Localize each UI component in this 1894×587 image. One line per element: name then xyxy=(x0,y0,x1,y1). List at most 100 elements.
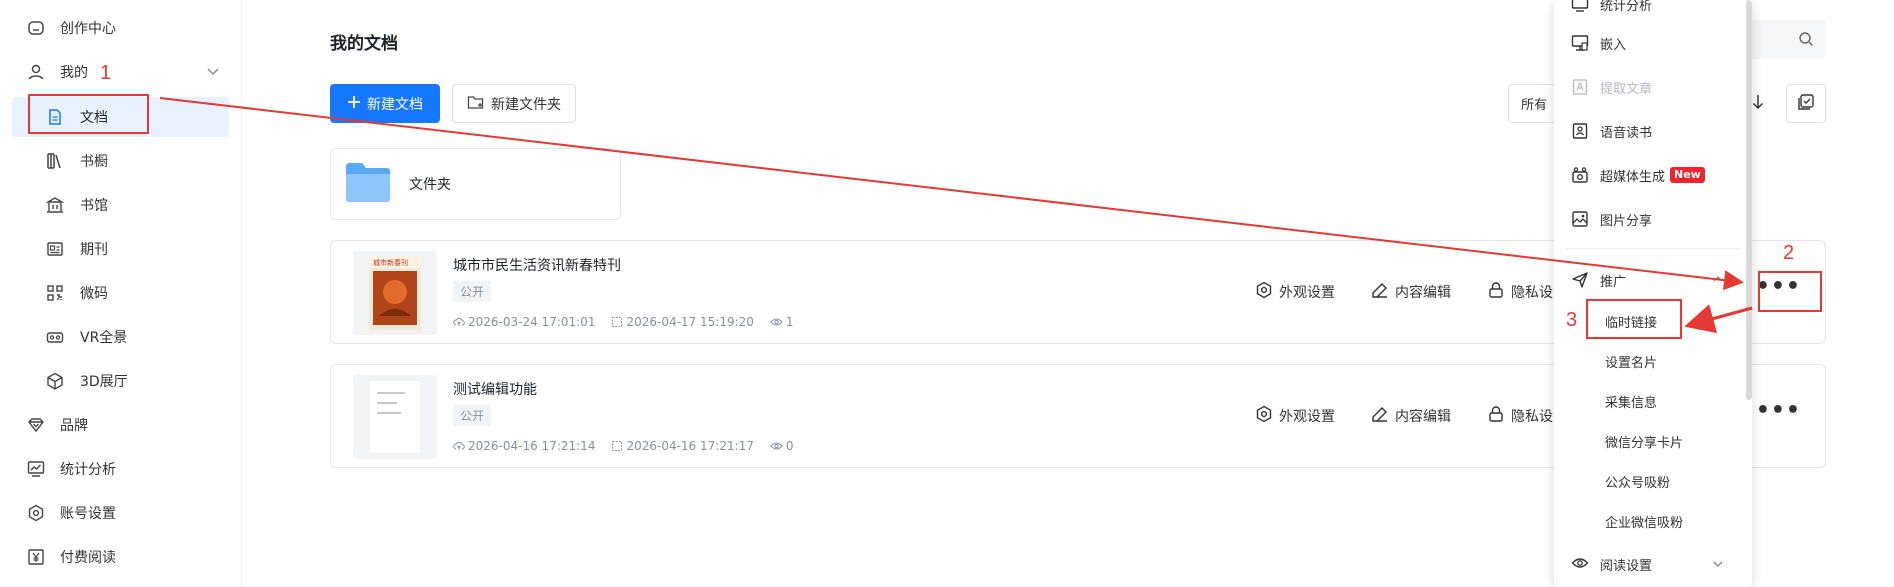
promote-icon xyxy=(1570,270,1590,290)
new-document-button[interactable]: 新建文档 xyxy=(330,84,440,123)
appearance-settings-button[interactable]: 外观设置 xyxy=(1255,405,1335,427)
sidebar-item-label: 微码 xyxy=(80,286,108,302)
more-options-menu: 统计分析 嵌入 提取文章 语音读书 超媒体生成 New 图片分享 推广 临时链接… xyxy=(1554,0,1752,587)
sidebar-item-label: 我的 xyxy=(60,65,88,81)
bookshelf-icon xyxy=(45,151,65,171)
new-folder-label: 新建文件夹 xyxy=(491,96,561,113)
edit-time-icon xyxy=(612,441,623,451)
annotation-number: 1 xyxy=(100,62,112,84)
sidebar-item-label: 付费阅读 xyxy=(60,550,116,566)
media-icon xyxy=(1570,165,1590,185)
menu-item-wechat-card[interactable]: 微信分享卡片 xyxy=(1554,423,1744,459)
chart-icon xyxy=(26,459,46,479)
audio-book-icon xyxy=(1570,121,1590,141)
visibility-tag: 公开 xyxy=(453,281,492,302)
menu-item-official-account[interactable]: 公众号吸粉 xyxy=(1554,463,1744,499)
view-count: 1 xyxy=(770,315,794,329)
menu-item-collect-info[interactable]: 采集信息 xyxy=(1554,383,1744,419)
menu-item-wecom[interactable]: 企业微信吸粉 xyxy=(1554,503,1744,539)
menu-item-hypermedia[interactable]: 超媒体生成 New xyxy=(1554,157,1744,193)
chevron-up-icon[interactable] xyxy=(206,64,220,82)
annotation-number: 3 xyxy=(1566,309,1578,331)
menu-item-promote[interactable]: 推广 xyxy=(1554,262,1744,298)
sidebar-item-3d-hall[interactable]: 3D展厅 xyxy=(0,361,242,401)
chevron-up-icon xyxy=(1712,273,1724,289)
sidebar-item-label: 创作中心 xyxy=(60,21,116,37)
edit-icon xyxy=(1371,405,1389,427)
privacy-settings-button[interactable]: 隐私设 xyxy=(1487,405,1553,427)
arrow-down-icon xyxy=(1751,93,1765,115)
document-cover[interactable] xyxy=(353,375,437,459)
chevron-down-icon xyxy=(1712,558,1724,574)
qrcode-icon xyxy=(45,283,65,303)
sidebar-item-microcode[interactable]: 微码 xyxy=(0,273,242,313)
more-options-button[interactable]: ••• xyxy=(1756,400,1801,422)
document-cover[interactable]: 城市新春刊 xyxy=(353,251,437,335)
menu-scrollbar[interactable] xyxy=(1746,0,1752,400)
document-title[interactable]: 城市市民生活资讯新春特刊 xyxy=(453,255,621,275)
user-icon xyxy=(26,62,46,82)
sidebar-item-account-settings[interactable]: 账号设置 xyxy=(0,493,242,533)
library-icon xyxy=(45,195,65,215)
menu-divider xyxy=(1566,248,1740,249)
menu-item-analytics[interactable]: 统计分析 xyxy=(1554,0,1744,22)
sidebar-item-label: 书橱 xyxy=(80,154,108,170)
menu-item-embed[interactable]: 嵌入 xyxy=(1554,25,1744,61)
vr-icon xyxy=(45,327,65,347)
content-edit-button[interactable]: 内容编辑 xyxy=(1371,405,1451,427)
sidebar-item-label: 品牌 xyxy=(60,418,88,434)
plus-icon xyxy=(347,95,361,113)
annotation-number: 2 xyxy=(1783,242,1795,264)
batch-select-button[interactable] xyxy=(1786,84,1826,123)
sidebar-item-mine[interactable]: 我的 xyxy=(0,52,242,92)
folder-name: 文件夹 xyxy=(409,177,451,193)
search-input[interactable] xyxy=(1748,20,1826,59)
menu-item-reading-settings[interactable]: 阅读设置 xyxy=(1554,546,1744,582)
lock-icon xyxy=(1487,281,1505,303)
visibility-tag: 公开 xyxy=(453,405,492,426)
menu-item-extract-article[interactable]: 提取文章 xyxy=(1554,69,1744,105)
new-badge: New xyxy=(1670,167,1705,183)
appearance-settings-button[interactable]: 外观设置 xyxy=(1255,281,1335,303)
updated-time: 2026-04-16 17:21:17 xyxy=(611,439,754,453)
privacy-settings-button[interactable]: 隐私设 xyxy=(1487,281,1553,303)
search-icon[interactable] xyxy=(1798,31,1814,51)
document-meta: 2026-03-24 17:01:01 2026-04-17 15:19:20 … xyxy=(453,315,794,329)
monitor-chart-icon xyxy=(1570,0,1590,14)
folder-icon xyxy=(345,161,391,207)
app-root: 创作中心 我的 文档 书橱 书馆 期刊 微码 VR全景 3D展厅 品牌 统计分析… xyxy=(0,0,1894,587)
sidebar-item-journal[interactable]: 期刊 xyxy=(0,229,242,269)
image-share-icon xyxy=(1570,209,1590,229)
settings-icon xyxy=(26,503,46,523)
home-icon xyxy=(26,18,46,38)
content-edit-button[interactable]: 内容编辑 xyxy=(1371,281,1451,303)
eye-settings-icon xyxy=(1570,554,1590,574)
sidebar-item-label: 期刊 xyxy=(80,242,108,258)
document-title[interactable]: 测试编辑功能 xyxy=(453,379,537,399)
menu-item-audio-book[interactable]: 语音读书 xyxy=(1554,113,1744,149)
folder-card[interactable]: 文件夹 xyxy=(330,148,621,220)
cloud-upload-icon xyxy=(453,317,465,326)
sidebar-item-brand[interactable]: 品牌 xyxy=(0,405,242,445)
sidebar-item-vr[interactable]: VR全景 xyxy=(0,317,242,357)
hexagon-settings-icon xyxy=(1255,405,1273,427)
sidebar-item-label: 书馆 xyxy=(80,198,108,214)
cloud-upload-icon xyxy=(453,441,465,450)
sidebar-item-analytics[interactable]: 统计分析 xyxy=(0,449,242,489)
sidebar-item-bookshelf[interactable]: 书橱 xyxy=(0,141,242,181)
sidebar-item-label: 3D展厅 xyxy=(80,374,128,390)
sidebar: 创作中心 我的 文档 书橱 书馆 期刊 微码 VR全景 3D展厅 品牌 统计分析… xyxy=(0,0,242,587)
annotation-box-temporary-link xyxy=(1586,299,1682,339)
yen-icon xyxy=(26,547,46,567)
sidebar-item-label: VR全景 xyxy=(80,330,128,346)
edit-icon xyxy=(1371,281,1389,303)
new-document-label: 新建文档 xyxy=(367,96,423,113)
sidebar-item-paid-reading[interactable]: 付费阅读 xyxy=(0,537,242,577)
sidebar-item-creation-center[interactable]: 创作中心 xyxy=(0,8,242,48)
new-folder-button[interactable]: 新建文件夹 xyxy=(452,84,576,123)
menu-item-business-card[interactable]: 设置名片 xyxy=(1554,343,1744,379)
diamond-icon xyxy=(26,415,46,435)
lock-icon xyxy=(1487,405,1505,427)
menu-item-image-share[interactable]: 图片分享 xyxy=(1554,201,1744,237)
sidebar-item-library[interactable]: 书馆 xyxy=(0,185,242,225)
